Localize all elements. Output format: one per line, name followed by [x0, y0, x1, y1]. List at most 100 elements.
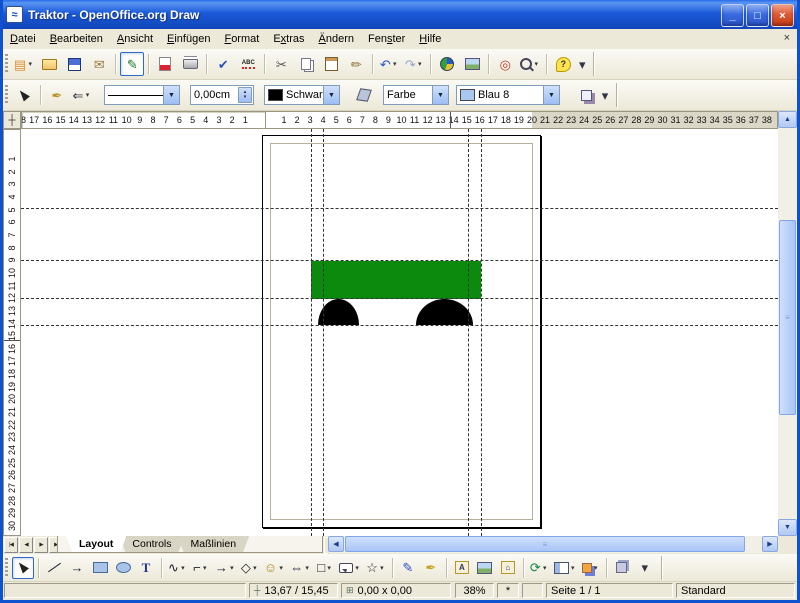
arrow-style-button[interactable]: ⇐▾ — [70, 83, 94, 107]
chevron-down-icon[interactable]: ▼ — [163, 86, 179, 104]
email-button[interactable]: ✉ — [87, 52, 111, 76]
toolbar-options-button[interactable]: ▾ — [576, 53, 588, 75]
arrange-button[interactable]: ▾ — [580, 557, 602, 579]
chevron-down-icon[interactable]: ▾ — [353, 564, 361, 572]
fill-style-button[interactable] — [352, 83, 376, 107]
cut-button[interactable]: ✂ — [269, 52, 293, 76]
save-button[interactable] — [62, 52, 86, 76]
chevron-down-icon[interactable]: ▾ — [378, 564, 386, 572]
chevron-down-icon[interactable]: ▼ — [543, 86, 559, 104]
tab-controls[interactable]: Controls — [119, 536, 184, 552]
chevron-down-icon[interactable]: ▾ — [303, 564, 311, 572]
text-tool[interactable]: T — [135, 557, 157, 579]
insert-picture-button[interactable] — [474, 557, 496, 579]
chevron-down-icon[interactable]: ▾ — [26, 60, 34, 68]
maximize-button[interactable]: □ — [746, 4, 769, 27]
menu-ändern[interactable]: Ändern — [312, 31, 361, 47]
scroll-left-button[interactable]: ◀ — [328, 536, 344, 552]
toolbar-options-button[interactable]: ▾ — [599, 84, 611, 106]
fill-color-select[interactable]: Blau 8▼ — [456, 85, 560, 105]
glue-points-button[interactable]: ✒ — [420, 557, 442, 579]
first-page-button[interactable]: |◀ — [4, 537, 18, 553]
menu-einfügen[interactable]: Einfügen — [160, 31, 217, 47]
guide-horizontal[interactable] — [21, 325, 778, 326]
guide-vertical[interactable] — [311, 129, 312, 536]
chevron-down-icon[interactable]: ▼ — [323, 86, 339, 104]
line-color-select[interactable]: Schwarz▼ — [264, 85, 340, 105]
minimize-button[interactable]: _ — [721, 4, 744, 27]
curve-tool[interactable]: ∿▾ — [166, 557, 189, 579]
symbol-shapes-tool[interactable]: ☺▾ — [262, 557, 287, 579]
gallery-button[interactable]: ⌂ — [497, 557, 519, 579]
shadow-button[interactable] — [574, 83, 598, 107]
redo-button[interactable]: ↷▾ — [402, 52, 426, 76]
chevron-down-icon[interactable]: ▾ — [592, 564, 600, 572]
horizontal-scrollbar[interactable]: ◀ ≡ ▶ — [328, 536, 778, 553]
basic-shapes-tool[interactable]: ◇▾ — [239, 557, 261, 579]
chevron-down-icon[interactable]: ▾ — [277, 564, 285, 572]
gallery-button[interactable] — [460, 52, 484, 76]
tab-masslinien[interactable]: Maßlinien — [178, 536, 250, 552]
guide-vertical[interactable] — [468, 129, 469, 536]
close-button[interactable]: × — [771, 4, 794, 27]
help-button[interactable]: ? — [551, 52, 575, 76]
scroll-up-button[interactable]: ▲ — [778, 111, 797, 128]
menu-ansicht[interactable]: Ansicht — [110, 31, 160, 47]
edit-points-button[interactable]: ✎ — [397, 557, 419, 579]
menu-hilfe[interactable]: Hilfe — [412, 31, 448, 47]
guide-vertical[interactable] — [481, 129, 482, 536]
chevron-down-icon[interactable]: ▾ — [251, 564, 259, 572]
ellipse-tool[interactable] — [112, 557, 134, 579]
autospellcheck-button[interactable]: ABC — [236, 52, 260, 76]
rectangle-tool[interactable] — [89, 557, 111, 579]
chevron-down-icon[interactable]: ▾ — [179, 564, 187, 572]
vertical-ruler[interactable]: 1234567891011121314151617181920212223242… — [3, 129, 21, 536]
chart-button[interactable] — [435, 52, 459, 76]
menu-bearbeiten[interactable]: Bearbeiten — [43, 31, 110, 47]
select-tool[interactable] — [12, 557, 34, 579]
chevron-down-icon[interactable]: ▾ — [532, 60, 540, 68]
horizontal-ruler[interactable]: 1817161514131211109876543211234567891011… — [21, 111, 778, 129]
print-button[interactable] — [178, 52, 202, 76]
format-paintbrush-button[interactable]: ✏ — [344, 52, 368, 76]
rotate-button[interactable]: ⟳▾ — [528, 557, 551, 579]
menu-format[interactable]: Format — [217, 31, 266, 47]
export-pdf-button[interactable] — [153, 52, 177, 76]
horizontal-scroll-thumb[interactable]: ≡ — [345, 536, 745, 552]
menu-extras[interactable]: Extras — [266, 31, 311, 47]
line-dialog-button[interactable]: ✒ — [45, 83, 69, 107]
vertical-scroll-thumb[interactable]: ≡ — [779, 220, 796, 415]
line-width-field[interactable]: 0,00cm▴▾ — [190, 85, 254, 105]
chevron-down-icon[interactable]: ▾ — [83, 91, 91, 99]
toolbar-grip[interactable] — [5, 85, 8, 105]
open-button[interactable] — [37, 52, 61, 76]
drawing-canvas[interactable] — [21, 129, 778, 536]
edit-points-mode-button[interactable] — [12, 83, 36, 107]
document-close-button[interactable]: × — [784, 32, 790, 44]
chevron-down-icon[interactable]: ▾ — [201, 564, 209, 572]
edit-file-button[interactable]: ✎ — [120, 52, 144, 76]
chevron-down-icon[interactable]: ▼ — [432, 86, 448, 104]
menu-fenster[interactable]: Fenster — [361, 31, 412, 47]
toolbar-grip[interactable] — [5, 558, 8, 578]
previous-page-button[interactable]: ◀ — [19, 537, 33, 553]
toolbar-grip[interactable] — [5, 54, 8, 74]
zoom-button[interactable]: ▾ — [518, 52, 542, 76]
guide-horizontal[interactable] — [21, 260, 778, 261]
line-tool[interactable] — [43, 557, 65, 579]
arrow-tool[interactable]: → — [66, 557, 88, 579]
guide-horizontal[interactable] — [21, 298, 778, 299]
new-button[interactable]: ▤▾ — [12, 52, 36, 76]
vertical-scrollbar[interactable]: ▲ ≡ ▼ — [778, 111, 797, 536]
next-page-button[interactable]: ▶ — [34, 537, 48, 553]
connector-tool[interactable]: ⌐▾ — [190, 557, 212, 579]
chevron-down-icon[interactable]: ▾ — [541, 564, 549, 572]
toolbar-options-button[interactable]: ▾ — [634, 557, 656, 579]
scroll-right-button[interactable]: ▶ — [762, 536, 778, 552]
chevron-down-icon[interactable]: ▾ — [416, 60, 424, 68]
guide-vertical[interactable] — [323, 129, 324, 536]
chevron-down-icon[interactable]: ▾ — [391, 60, 399, 68]
copy-button[interactable] — [294, 52, 318, 76]
scroll-down-button[interactable]: ▼ — [778, 519, 797, 536]
chevron-down-icon[interactable]: ▾ — [228, 564, 236, 572]
